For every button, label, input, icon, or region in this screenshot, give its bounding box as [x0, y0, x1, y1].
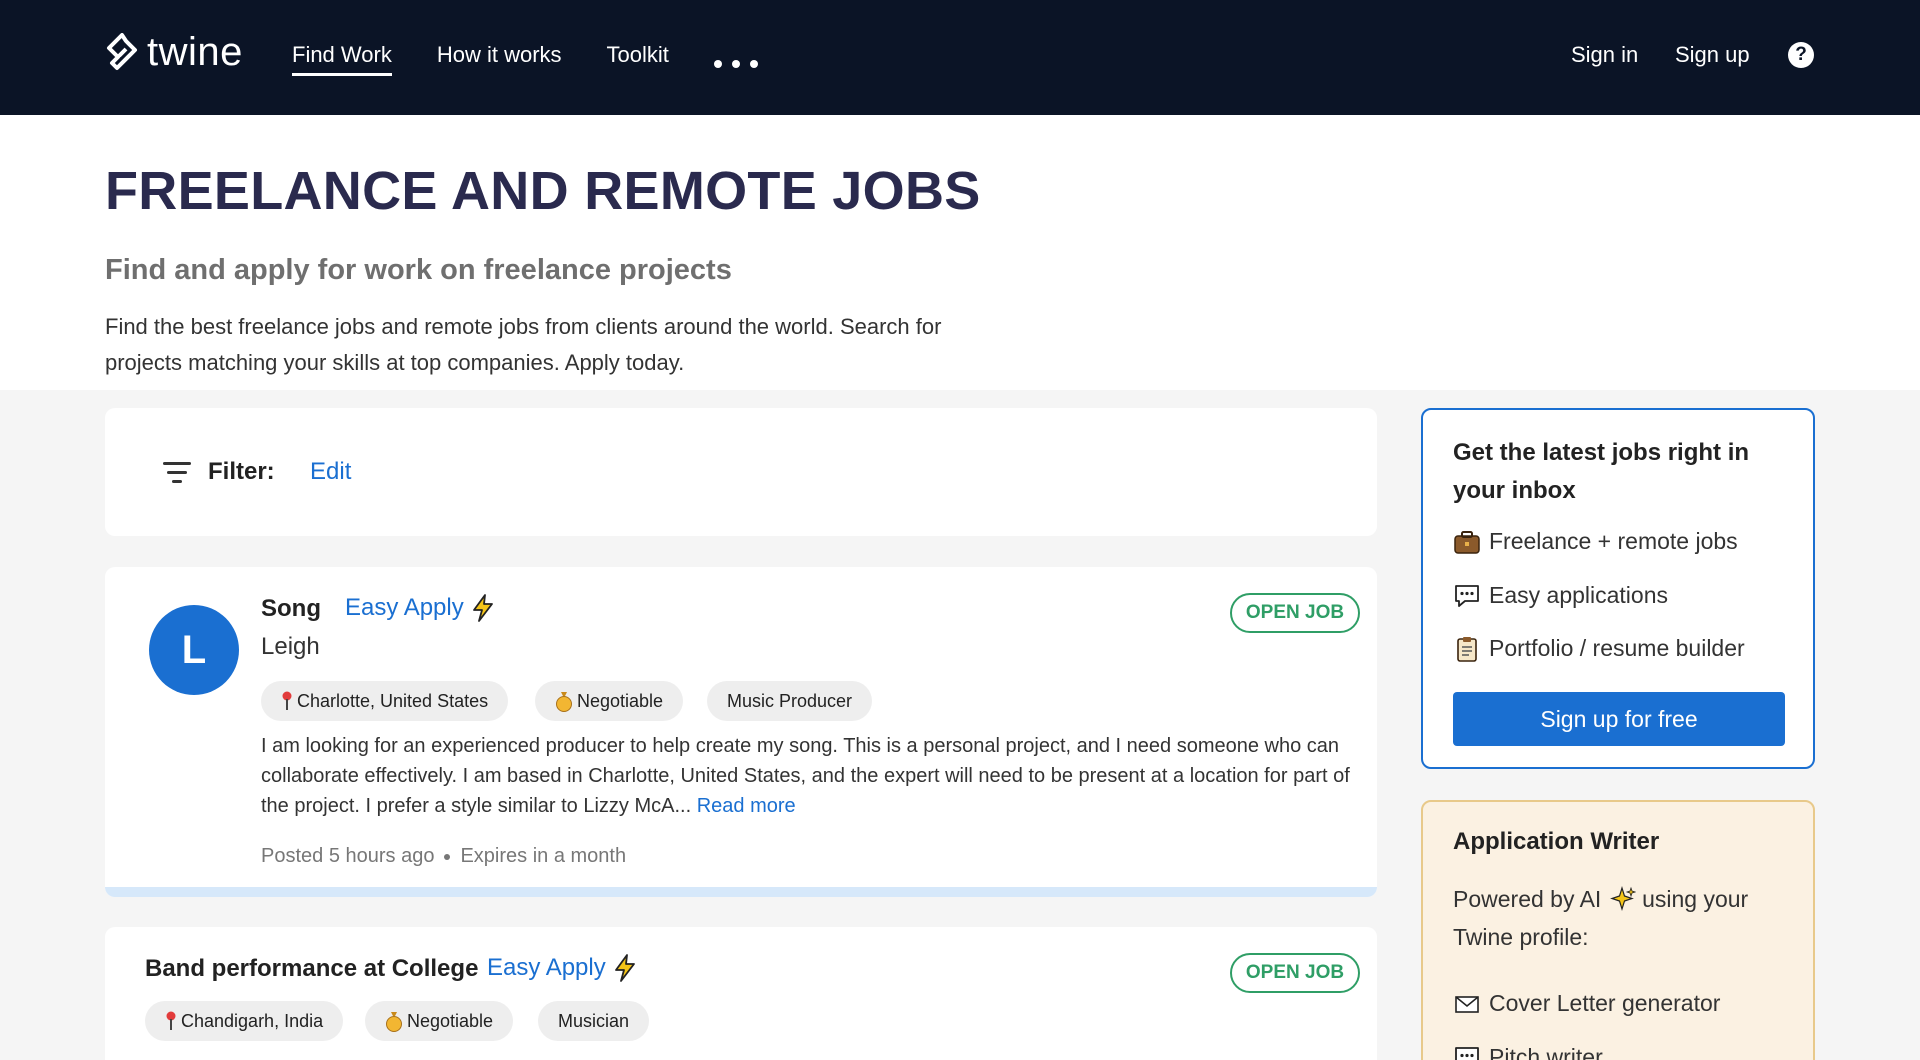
page-description: Find the best freelance jobs and remote … [105, 314, 942, 375]
filter-icon[interactable] [163, 462, 191, 484]
location-tag: Charlotte, United States [261, 681, 509, 721]
envelope-icon [1455, 995, 1479, 1013]
job-meta: Posted 5 hours ago Expires in a month [261, 845, 626, 868]
filter-label: Filter: [208, 458, 275, 485]
easy-apply-link[interactable]: Easy Apply [345, 593, 496, 623]
newsletter-item: Freelance + remote jobs [1453, 528, 1738, 555]
role-tag: Musician [538, 1001, 650, 1041]
top-navbar: twine Find Work How it works Toolkit Sig… [0, 0, 1920, 115]
newsletter-item: Portfolio / resume builder [1453, 635, 1745, 662]
newsletter-item-label: Easy applications [1489, 582, 1668, 608]
application-writer-box: Application Writer Powered by AI using y… [1421, 800, 1815, 1060]
expiry-time: Expires in a month [460, 845, 627, 867]
main-nav: Find Work How it works Toolkit [292, 42, 758, 76]
sign-up-link[interactable]: Sign up [1675, 42, 1750, 68]
nav-find-work[interactable]: Find Work [292, 42, 392, 76]
easy-apply-link[interactable]: Easy Apply [487, 953, 638, 983]
filter-edit-link[interactable]: Edit [310, 458, 351, 486]
money-bag-icon [556, 692, 572, 712]
budget-tag: Negotiable [535, 681, 684, 721]
budget-tag: Negotiable [365, 1001, 514, 1041]
ai-writer-item: Pitch writer [1453, 1044, 1603, 1060]
application-writer-title: Application Writer [1453, 828, 1660, 855]
role-text: Musician [558, 1010, 630, 1031]
sign-up-free-button[interactable]: Sign up for free [1453, 692, 1785, 746]
budget-text: Negotiable [577, 690, 664, 711]
sparkles-icon [1609, 886, 1636, 912]
client-name: Leigh [261, 633, 320, 660]
page-title: FREELANCE AND REMOTE JOBS [105, 161, 981, 221]
nav-how-it-works[interactable]: How it works [437, 42, 562, 76]
clipboard-icon [1457, 636, 1477, 662]
client-avatar: L [149, 605, 239, 695]
budget-text: Negotiable [407, 1010, 494, 1031]
lightning-icon [614, 954, 635, 982]
ai-writer-item: Cover Letter generator [1453, 990, 1720, 1017]
job-description-text: I am looking for an experienced producer… [261, 735, 1350, 817]
help-icon[interactable]: ? [1788, 42, 1814, 68]
page-subtitle: Find and apply for work on freelance pro… [105, 254, 732, 286]
lightning-icon [472, 594, 493, 622]
briefcase-icon [1454, 530, 1480, 554]
newsletter-box: Get the latest jobs right in your inbox … [1421, 408, 1815, 769]
speech-bubble-icon [1455, 1046, 1479, 1060]
role-text: Music Producer [727, 690, 853, 711]
pin-icon [166, 1011, 176, 1030]
open-job-badge: OPEN JOB [1230, 593, 1360, 633]
location-tag: Chandigarh, India [145, 1001, 344, 1041]
read-more-link[interactable]: Read more [697, 795, 796, 817]
newsletter-title: Get the latest jobs right in your inbox [1453, 439, 1750, 504]
ai-writer-item-label: Pitch writer [1489, 1044, 1603, 1060]
job-title[interactable]: Song [261, 595, 321, 623]
newsletter-item: Easy applications [1453, 582, 1668, 609]
location-text: Chandigarh, India [181, 1010, 324, 1031]
open-job-badge: OPEN JOB [1230, 953, 1360, 993]
role-tag: Music Producer [707, 681, 873, 721]
job-card[interactable]: L Song Easy Apply Leigh OPEN JOB Charlot… [105, 567, 1377, 897]
filter-card: Filter: Edit [105, 408, 1377, 536]
separator-dot [444, 853, 451, 860]
newsletter-item-label: Freelance + remote jobs [1489, 528, 1738, 554]
job-description: I am looking for an experienced producer… [261, 731, 1361, 821]
nav-toolkit[interactable]: Toolkit [607, 42, 669, 76]
posted-time: Posted 5 hours ago [261, 845, 435, 867]
logo-text: twine [147, 30, 243, 74]
speech-bubble-icon [1455, 584, 1479, 607]
pin-icon [282, 691, 292, 710]
money-bag-icon [386, 1012, 402, 1032]
more-menu-icon[interactable] [713, 42, 758, 76]
twine-logo[interactable]: twine [105, 30, 243, 75]
application-writer-description: Powered by AI using your Twine profile: [1453, 880, 1773, 956]
ai-writer-item-label: Cover Letter generator [1489, 990, 1721, 1016]
location-text: Charlotte, United States [297, 690, 489, 711]
newsletter-item-label: Portfolio / resume builder [1489, 635, 1745, 661]
job-card[interactable]: Band performance at College Easy Apply O… [105, 927, 1377, 1060]
ai-desc-before: Powered by AI [1453, 886, 1602, 912]
easy-apply-label: Easy Apply [487, 954, 606, 981]
sign-in-link[interactable]: Sign in [1571, 42, 1638, 68]
easy-apply-label: Easy Apply [345, 594, 464, 621]
job-title[interactable]: Band performance at College [145, 955, 478, 983]
card-bottom-bar [105, 887, 1377, 897]
twine-logo-icon [107, 32, 137, 70]
